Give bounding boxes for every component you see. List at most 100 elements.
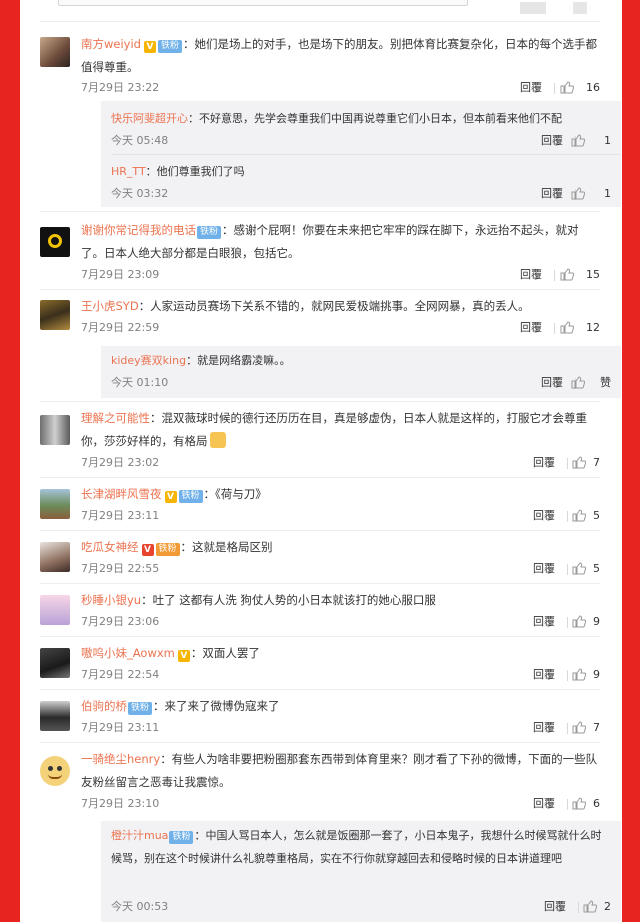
reply-button[interactable]: 回覆: [541, 131, 563, 151]
comment-meta: 7月29日 22:55 回覆 5: [81, 559, 600, 579]
reply-button[interactable]: 回覆: [533, 794, 555, 814]
like-count: 2: [604, 900, 611, 913]
comment-item: 南方weiyid V 铁粉 ：她们是场上的对手，也是场下的朋友。别把体育比赛复杂化，日…: [40, 33, 600, 98]
reply-button[interactable]: 回覆: [544, 897, 566, 917]
reply-button[interactable]: 回覆: [520, 78, 542, 98]
avatar[interactable]: [40, 37, 70, 67]
like-count: 赞: [600, 376, 611, 389]
avatar[interactable]: [40, 542, 70, 572]
like-button[interactable]: 5: [572, 559, 600, 579]
reply-button[interactable]: 回覆: [520, 265, 542, 285]
username-link[interactable]: 长津湖畔风雪夜: [81, 487, 162, 501]
comment-panel: 南方weiyid V 铁粉 ：她们是场上的对手，也是场下的朋友。别把体育比赛复杂化，日…: [20, 0, 622, 922]
username-link[interactable]: HR_TT: [111, 165, 146, 178]
like-count: 16: [586, 81, 600, 94]
comment-item: 吃瓜女神经 V 铁粉 ：这就是格局区别 7月29日 22:55 回覆 5: [40, 536, 600, 579]
like-button[interactable]: 9: [572, 612, 600, 632]
reply-box: 快乐阿斐超开心：不好意思，先学会尊重我们中国再说尊重它们小日本，但本前看来他们不…: [101, 101, 621, 207]
comment-input-box[interactable]: [58, 0, 468, 6]
username-link[interactable]: 快乐阿斐超开心: [111, 112, 188, 125]
avatar[interactable]: [40, 227, 70, 257]
timestamp: 今天 00:53: [111, 900, 169, 913]
like-count: 12: [586, 321, 600, 334]
fan-badge: 铁粉: [157, 40, 182, 53]
like-button[interactable]: 6: [572, 794, 600, 814]
fan-badge: 铁粉: [169, 831, 194, 844]
timestamp: 7月29日 23:02: [81, 456, 160, 469]
username-link[interactable]: 谢谢你常记得我的电话: [81, 223, 196, 237]
username-link[interactable]: 橙汁汁mua: [111, 829, 168, 842]
avatar[interactable]: [40, 701, 70, 731]
username-link[interactable]: 嗷呜小妹_Aowxm: [81, 646, 175, 660]
row-divider: [40, 636, 600, 637]
like-button[interactable]: 9: [572, 665, 600, 685]
reply-button[interactable]: 回覆: [520, 318, 542, 338]
timestamp: 7月29日 23:09: [81, 268, 160, 281]
username-link[interactable]: 秒睡小银yu: [81, 593, 141, 607]
avatar[interactable]: [40, 300, 70, 330]
thumbs-up-icon: [572, 721, 586, 734]
reply-text: ：他们尊重我们了吗: [145, 165, 245, 178]
timestamp: 7月29日 23:22: [81, 81, 160, 94]
timestamp: 7月29日 22:59: [81, 321, 160, 334]
row-divider: [40, 211, 600, 212]
avatar[interactable]: [40, 756, 70, 786]
username-link[interactable]: 吃瓜女神经: [81, 540, 139, 554]
comment-item: 理解之可能性：混双薇球时候的德行还历历在目，真是够虚伪，日本人就是这样的，打服它…: [40, 407, 600, 473]
like-button[interactable]: 12: [560, 318, 600, 338]
like-count: 1: [604, 187, 611, 200]
row-divider: [40, 689, 600, 690]
comment-text: ：来了来了微博伪寇来了: [153, 699, 280, 713]
like-button[interactable]: 7: [572, 718, 600, 738]
avatar[interactable]: [40, 489, 70, 519]
reply-button[interactable]: 回覆: [533, 559, 555, 579]
reply-button[interactable]: 回覆: [533, 718, 555, 738]
username-link[interactable]: 一骑绝尘henry: [81, 752, 160, 766]
username-link[interactable]: 南方weiyid: [81, 37, 141, 51]
avatar[interactable]: [40, 648, 70, 678]
avatar[interactable]: [40, 595, 70, 625]
timestamp: 7月29日 23:11: [81, 509, 160, 522]
divider: [578, 902, 579, 913]
comment-text: ：吐了 这都有人洗 狗仗人势的小日本就该打的她心服口服: [141, 593, 436, 607]
avatar[interactable]: [40, 415, 70, 445]
comment-item: 秒睡小银yu：吐了 这都有人洗 狗仗人势的小日本就该打的她心服口服 7月29日 …: [40, 589, 600, 632]
comment-item: 王小虎SYD：人家运动员赛场下关系不错的，就网民爱极端挑事。全网网暴，真的丢人。…: [40, 295, 600, 338]
thumbs-up-icon: [572, 456, 586, 469]
row-divider: [40, 289, 600, 290]
reply-button[interactable]: 回覆: [533, 665, 555, 685]
reply-button[interactable]: 回覆: [533, 612, 555, 632]
timestamp: 7月29日 23:10: [81, 797, 160, 810]
username-link[interactable]: 伯驹的桥: [81, 699, 127, 713]
reply-box: kidey赛双king：就是网络霸凌嘛。。 今天 01:10 回覆 赞: [101, 346, 621, 398]
like-count: 15: [586, 268, 600, 281]
like-button[interactable]: 5: [572, 506, 600, 526]
like-button[interactable]: 1: [571, 184, 611, 204]
username-link[interactable]: 王小虎SYD: [81, 299, 139, 313]
username-link[interactable]: 理解之可能性: [81, 411, 150, 425]
timestamp: 今天 01:10: [111, 376, 169, 389]
like-button[interactable]: 2: [583, 897, 611, 917]
reply-button[interactable]: 回覆: [533, 506, 555, 526]
like-count: 1: [604, 134, 611, 147]
username-link[interactable]: kidey赛双king: [111, 354, 186, 367]
comment-item: 长津湖畔风雪夜 V 铁粉 ：《荷与刀》 7月29日 23:11 回覆 5: [40, 483, 600, 526]
reply-button[interactable]: 回覆: [541, 373, 563, 393]
comment-text: ：人家运动员赛场下关系不错的，就网民爱极端挑事。全网网暴，真的丢人。: [138, 299, 530, 313]
row-divider: [111, 154, 621, 155]
timestamp: 今天 03:32: [111, 187, 169, 200]
reply-button[interactable]: 回覆: [533, 453, 555, 473]
comment-meta: 7月29日 23:10 回覆 6: [81, 794, 600, 814]
like-button[interactable]: 7: [572, 453, 600, 473]
reply-meta: 今天 00:53 回覆 2: [111, 897, 621, 917]
reply-button[interactable]: 回覆: [541, 184, 563, 204]
divider: [554, 270, 555, 281]
like-button[interactable]: 15: [560, 265, 600, 285]
like-count: 5: [593, 509, 600, 522]
divider: [567, 564, 568, 575]
thumbs-up-icon: [560, 321, 574, 334]
like-button[interactable]: 赞: [571, 373, 611, 393]
like-button[interactable]: 16: [560, 78, 600, 98]
clipped-reply-label: [520, 2, 546, 14]
like-button[interactable]: 1: [571, 131, 611, 151]
